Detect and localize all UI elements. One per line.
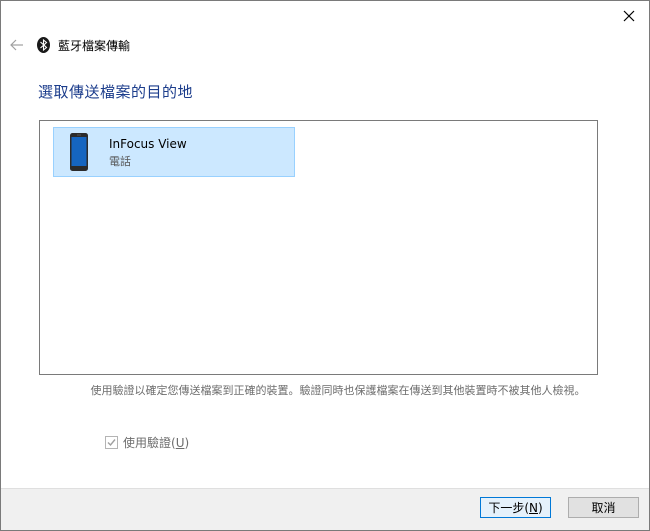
use-authentication-checkbox[interactable]: 使用驗證(U) (105, 434, 189, 451)
back-button[interactable] (7, 35, 27, 55)
bluetooth-transfer-window: 藍牙檔案傳輸 選取傳送檔案的目的地 InFocus View 電話 使用驗證以確… (0, 0, 650, 531)
close-button[interactable] (609, 1, 649, 31)
device-item-infocus-view[interactable]: InFocus View 電話 (53, 127, 295, 177)
close-icon (623, 10, 635, 22)
device-type: 電話 (109, 155, 131, 168)
device-name: InFocus View (109, 137, 187, 151)
wizard-footer: 下一步(N) 取消 (1, 488, 649, 530)
wizard-header: 藍牙檔案傳輸 (37, 36, 130, 54)
checkbox-box[interactable] (105, 436, 118, 449)
page-heading: 選取傳送檔案的目的地 (38, 83, 194, 101)
next-button[interactable]: 下一步(N) (480, 497, 551, 518)
cancel-button[interactable]: 取消 (568, 497, 639, 518)
phone-icon (70, 133, 88, 171)
checkmark-icon (107, 439, 116, 447)
bluetooth-icon (37, 37, 50, 53)
checkbox-label: 使用驗證(U) (123, 436, 190, 450)
wizard-title: 藍牙檔案傳輸 (58, 38, 131, 53)
authentication-info-text: 使用驗證以確定您傳送檔案到正確的裝置。驗證同時也保護檔案在傳送到其他裝置時不被其… (90, 384, 586, 397)
back-arrow-icon (10, 39, 23, 51)
device-list[interactable]: InFocus View 電話 (39, 120, 598, 375)
